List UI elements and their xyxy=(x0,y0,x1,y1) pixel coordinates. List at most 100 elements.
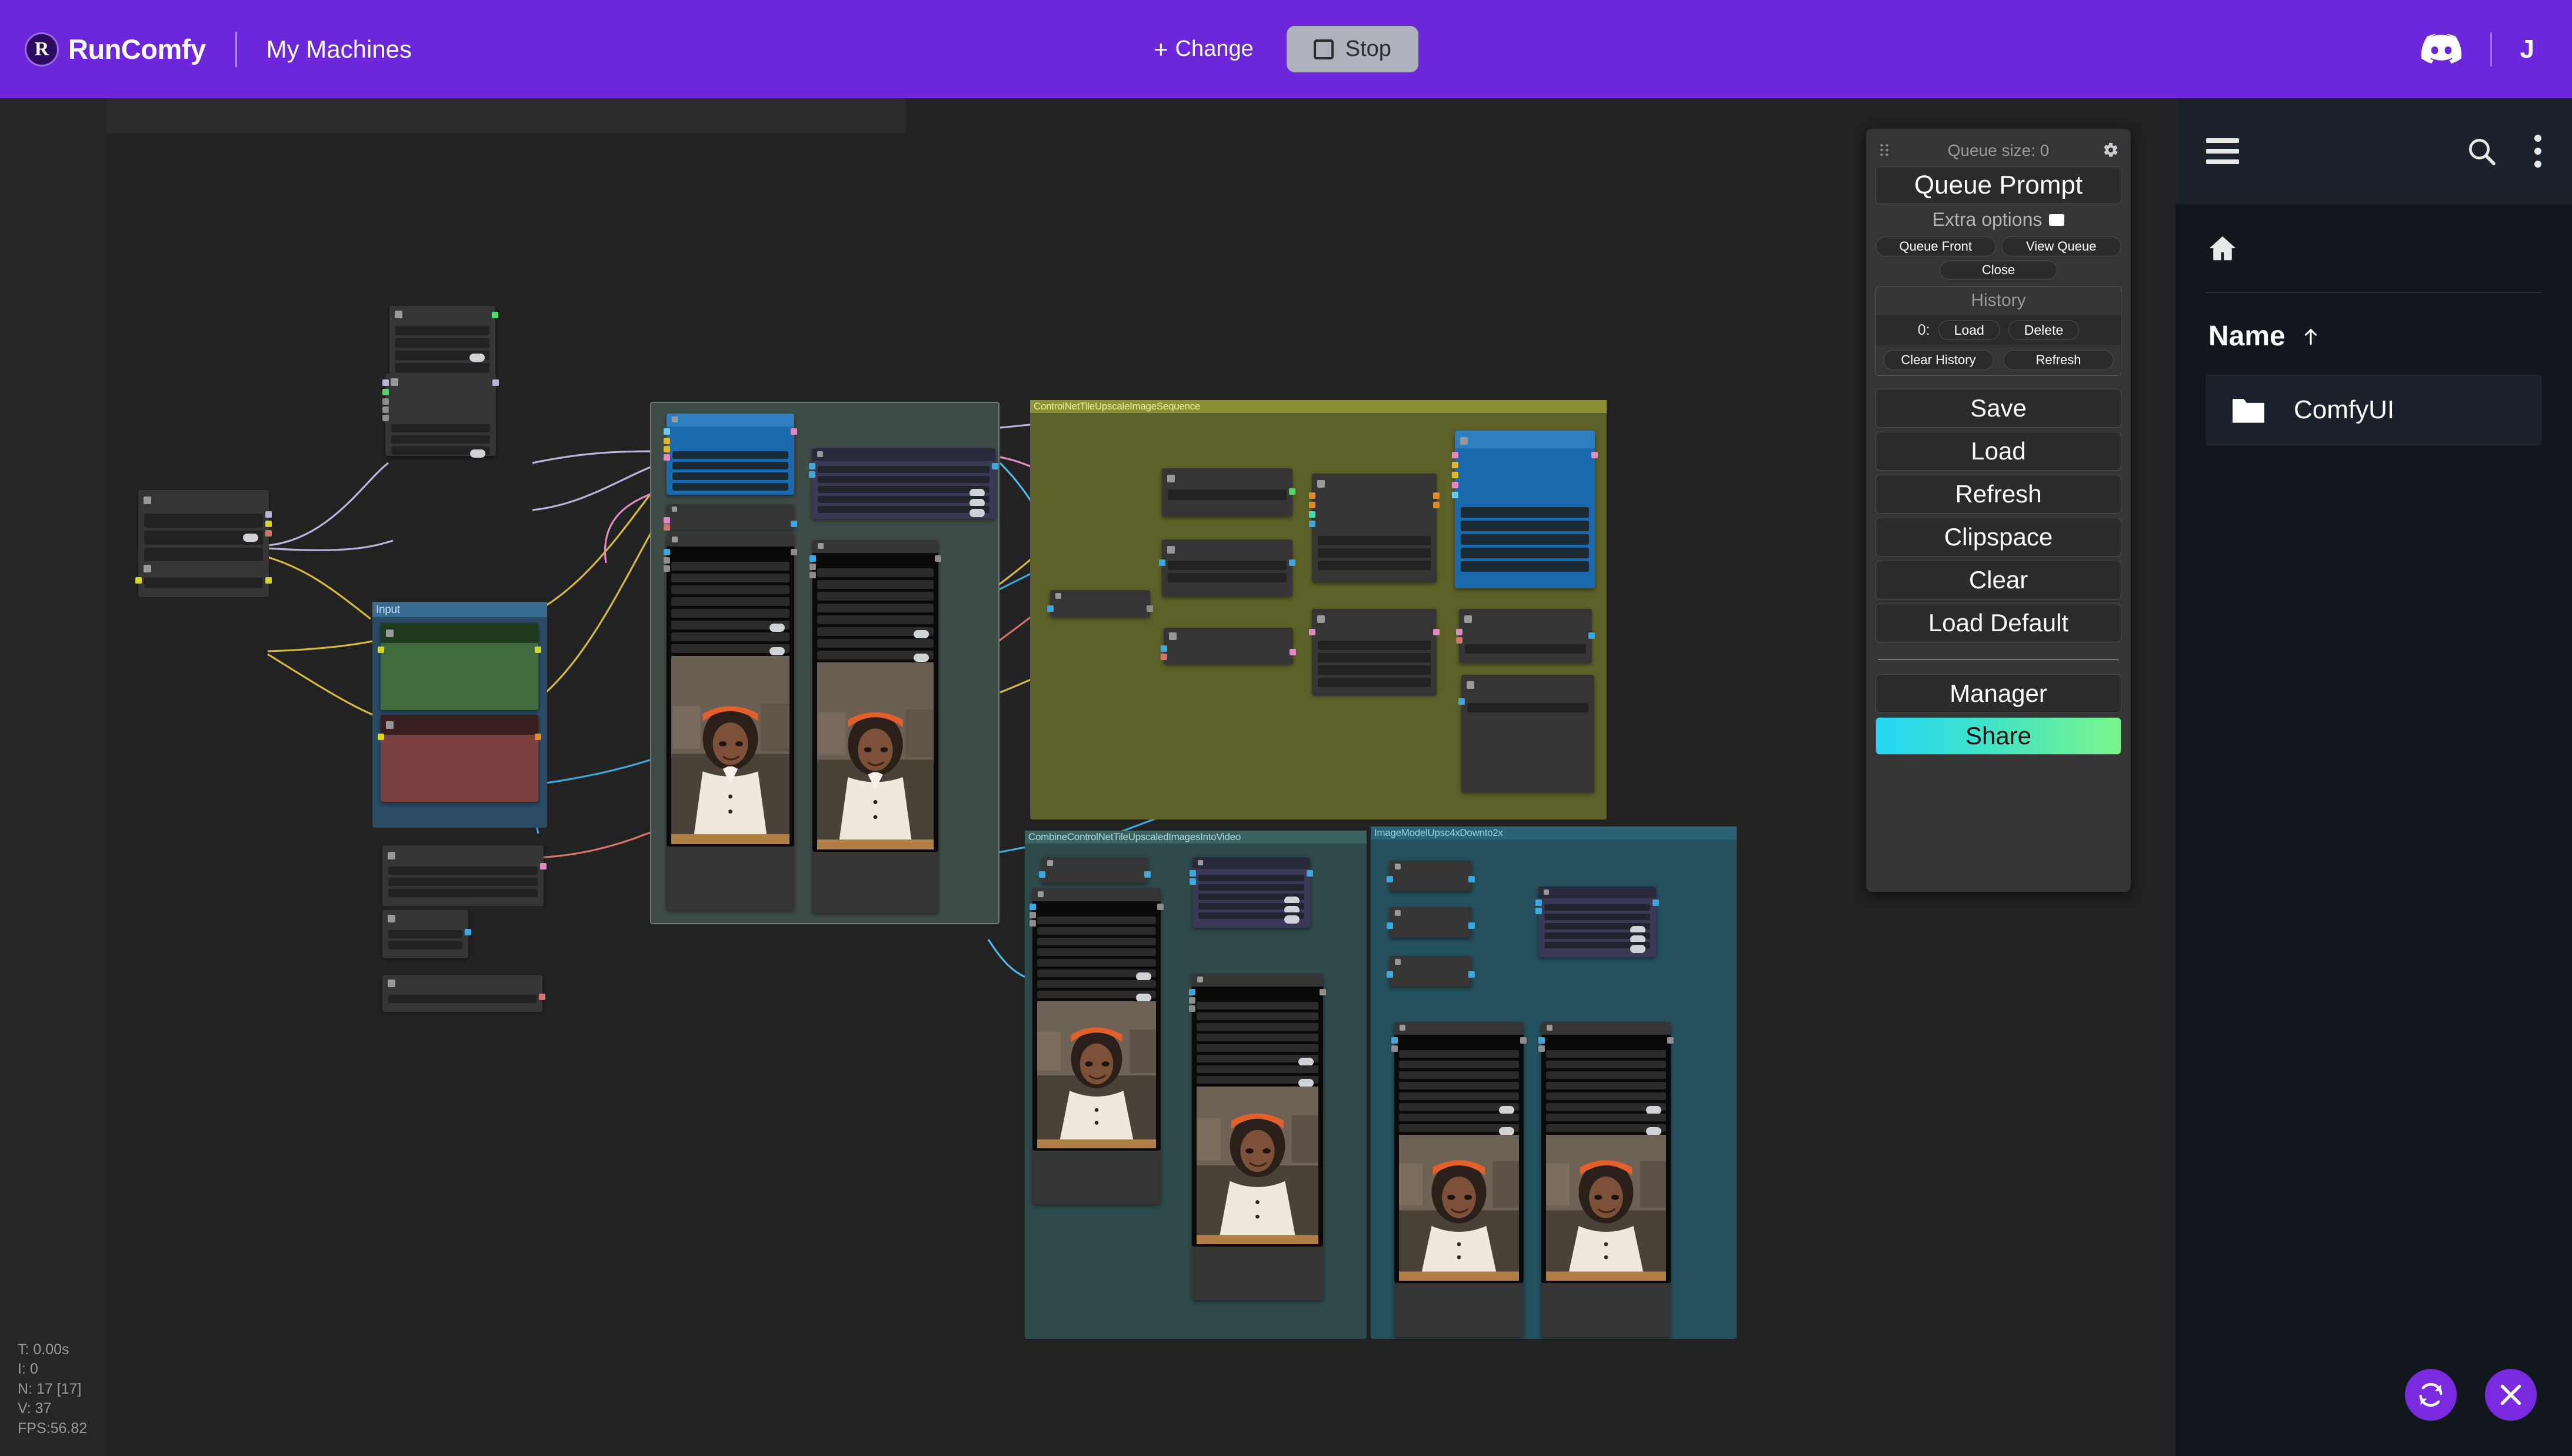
node-widget-row[interactable] xyxy=(395,338,489,348)
node-widget-row[interactable] xyxy=(388,878,538,886)
node-collapse-icon[interactable] xyxy=(388,979,395,987)
node-input-socket[interactable] xyxy=(1387,971,1393,978)
node-input-socket[interactable] xyxy=(664,438,670,444)
node-widget-row[interactable] xyxy=(1544,914,1650,920)
node-output-socket[interactable] xyxy=(465,929,471,935)
node-widget-row[interactable] xyxy=(672,462,788,469)
graph-node[interactable] xyxy=(1312,474,1437,582)
graph-node[interactable] xyxy=(1042,857,1148,883)
node-widget-row[interactable] xyxy=(817,615,934,624)
node-collapse-icon[interactable] xyxy=(818,543,824,549)
graph-node[interactable] xyxy=(1390,861,1472,891)
node-input-socket[interactable] xyxy=(664,557,670,564)
node-widget-row[interactable] xyxy=(1318,536,1431,545)
node-widget-row[interactable] xyxy=(1037,917,1156,924)
node-collapse-icon[interactable] xyxy=(388,852,395,859)
graph-node[interactable] xyxy=(1162,468,1292,517)
share-button[interactable]: Share xyxy=(1875,717,2121,755)
node-input-socket[interactable] xyxy=(1039,871,1045,878)
graph-node[interactable] xyxy=(1461,675,1594,792)
node-collapse-icon[interactable] xyxy=(1400,1025,1405,1031)
node-collapse-icon[interactable] xyxy=(144,565,151,572)
node-input-socket[interactable] xyxy=(664,524,670,531)
node-widget-row[interactable] xyxy=(1037,969,1156,977)
node-widget-row[interactable] xyxy=(1546,1114,1666,1121)
node-widget-row[interactable] xyxy=(1399,1103,1519,1111)
node-output-socket[interactable] xyxy=(492,379,499,386)
node-widget-row[interactable] xyxy=(144,548,263,562)
node-widget-row[interactable] xyxy=(817,580,934,589)
node-input-socket[interactable] xyxy=(1309,492,1315,499)
node-collapse-icon[interactable] xyxy=(672,537,678,542)
node-input-socket[interactable] xyxy=(1452,452,1458,458)
node-widget-row[interactable] xyxy=(1399,1061,1519,1068)
node-widget-row[interactable] xyxy=(1399,1092,1519,1100)
node-input-socket[interactable] xyxy=(1391,1037,1398,1044)
node-input-socket[interactable] xyxy=(664,454,670,461)
graph-node[interactable] xyxy=(1390,907,1472,938)
node-widget-row[interactable] xyxy=(818,506,990,513)
node-output-socket[interactable] xyxy=(1468,922,1475,929)
node-widget-row[interactable] xyxy=(388,889,538,897)
close-button[interactable] xyxy=(2485,1369,2537,1421)
node-widget-row[interactable] xyxy=(817,604,934,612)
node-widget-row[interactable] xyxy=(1465,644,1586,654)
node-widget-row[interactable] xyxy=(671,574,789,582)
node-widget-row[interactable] xyxy=(1197,1034,1318,1041)
node-widget-row[interactable] xyxy=(817,592,934,601)
node-input-socket[interactable] xyxy=(809,471,815,478)
node-input-socket[interactable] xyxy=(1387,922,1393,929)
node-input-socket[interactable] xyxy=(664,565,670,572)
node-widget-row[interactable] xyxy=(395,326,489,335)
save-button[interactable]: Save xyxy=(1875,389,2121,428)
graph-node[interactable] xyxy=(667,504,794,530)
node-collapse-icon[interactable] xyxy=(1047,860,1053,866)
node-widget-row[interactable] xyxy=(817,568,934,577)
node-input-socket[interactable] xyxy=(1452,482,1458,488)
node-widget-row[interactable] xyxy=(1197,1044,1318,1052)
view-queue-button[interactable]: View Queue xyxy=(2001,236,2122,256)
node-output-socket[interactable] xyxy=(1157,904,1164,910)
node-collapse-icon[interactable] xyxy=(1464,615,1472,623)
node-output-socket[interactable] xyxy=(265,530,272,537)
node-widget-row[interactable] xyxy=(1197,1076,1318,1084)
graph-node[interactable] xyxy=(1312,609,1437,694)
node-widget-row[interactable] xyxy=(817,651,934,659)
node-widget-row[interactable] xyxy=(1399,1071,1519,1079)
node-output-socket[interactable] xyxy=(1307,870,1313,877)
node-input-socket[interactable] xyxy=(1535,908,1542,914)
node-input-socket[interactable] xyxy=(135,577,142,584)
node-widget-row[interactable] xyxy=(1544,923,1650,929)
node-graph-canvas[interactable]: Input xyxy=(0,98,2175,1456)
node-collapse-icon[interactable] xyxy=(386,721,394,729)
node-collapse-icon[interactable] xyxy=(388,915,395,922)
load-default-button[interactable]: Load Default xyxy=(1875,604,2121,642)
node-input-socket[interactable] xyxy=(1189,997,1195,1004)
node-widget-row[interactable] xyxy=(391,447,490,455)
graph-node-preview[interactable] xyxy=(667,534,794,910)
node-output-socket[interactable] xyxy=(791,549,797,555)
node-widget-row[interactable] xyxy=(1546,1082,1666,1089)
node-widget-row[interactable] xyxy=(671,609,789,618)
node-collapse-icon[interactable] xyxy=(1317,615,1325,623)
node-output-socket[interactable] xyxy=(265,511,272,518)
node-collapse-icon[interactable] xyxy=(672,507,677,512)
graph-node[interactable] xyxy=(138,490,269,547)
history-load-button[interactable]: Load xyxy=(1938,320,2000,340)
node-collapse-icon[interactable] xyxy=(817,451,823,457)
node-output-socket[interactable] xyxy=(1289,559,1295,566)
node-output-socket[interactable] xyxy=(992,463,998,469)
brand[interactable]: R RunComfy xyxy=(25,32,206,66)
node-image-preview[interactable] xyxy=(1546,1135,1666,1281)
queue-front-button[interactable]: Queue Front xyxy=(1875,236,1996,256)
node-output-socket[interactable] xyxy=(1290,649,1296,655)
node-widget-row[interactable] xyxy=(1461,507,1589,518)
node-collapse-icon[interactable] xyxy=(1460,437,1468,445)
node-input-socket[interactable] xyxy=(382,398,389,405)
node-widget-row[interactable] xyxy=(388,995,537,1003)
node-widget-row[interactable] xyxy=(1168,561,1287,570)
gear-icon[interactable] xyxy=(2103,142,2119,158)
node-input-socket[interactable] xyxy=(1456,637,1462,644)
refresh-button[interactable]: Refresh xyxy=(1875,475,2121,514)
node-collapse-icon[interactable] xyxy=(1395,864,1401,869)
